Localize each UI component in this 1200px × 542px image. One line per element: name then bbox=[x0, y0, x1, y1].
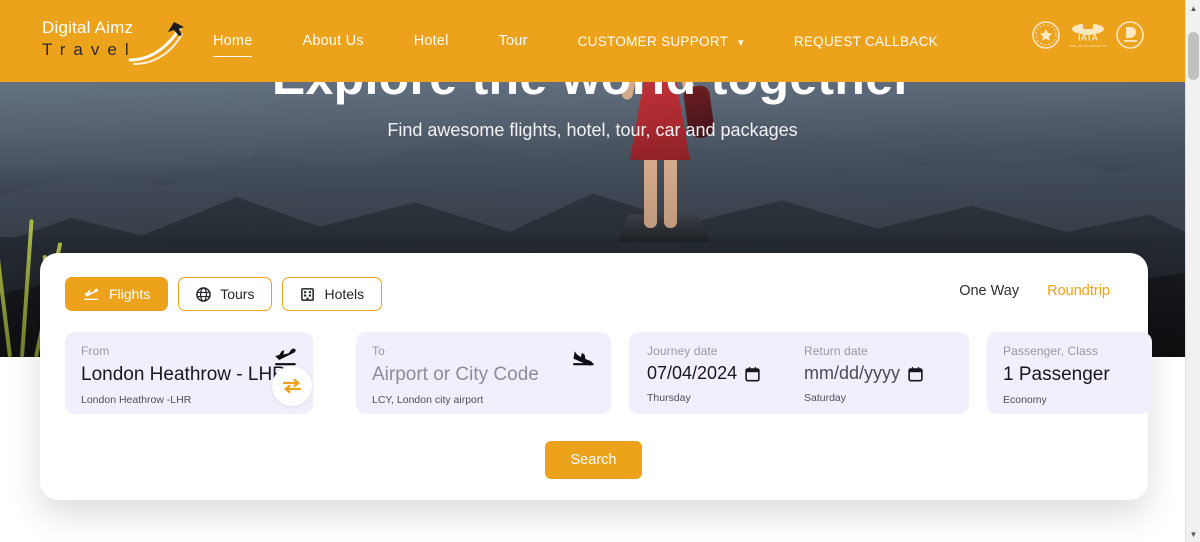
tab-tours[interactable]: Tours bbox=[178, 277, 273, 311]
calendar-icon[interactable] bbox=[908, 366, 923, 382]
return-date-value: mm/dd/yyyy bbox=[804, 363, 901, 383]
plane-takeoff-icon bbox=[275, 348, 296, 366]
tab-hotels[interactable]: Hotels bbox=[282, 277, 383, 311]
iata-badge: IATA INTERNATIONAL AIR TRANSPORT ASSOCIA… bbox=[1069, 23, 1107, 48]
journey-date-input[interactable]: 07/04/2024 bbox=[647, 363, 796, 384]
svg-text:INTERNATIONAL AIR TRANSPORT AS: INTERNATIONAL AIR TRANSPORT ASSOCIATION bbox=[1069, 44, 1107, 48]
page-root: Explore the world together Find awesome … bbox=[0, 0, 1200, 542]
tab-flights[interactable]: Flights bbox=[65, 277, 169, 311]
scroll-up-arrow-icon[interactable]: ▲ bbox=[1186, 0, 1200, 16]
tab-label: Tours bbox=[220, 286, 255, 302]
journey-date-label: Journey date bbox=[647, 344, 718, 358]
brand-name-line1: Digital Aimz bbox=[42, 18, 134, 37]
brand-name-line2: Travel bbox=[42, 40, 137, 59]
nav-label: Home bbox=[213, 33, 253, 49]
nav-item-request-callback[interactable]: REQUEST CALLBACK bbox=[794, 34, 938, 49]
nav-item-customer-support[interactable]: CUSTOMER SUPPORT ▾ bbox=[578, 34, 744, 49]
return-date-input[interactable]: mm/dd/yyyy bbox=[804, 363, 953, 384]
travel-association-badge bbox=[1116, 21, 1144, 49]
scroll-down-arrow-icon[interactable]: ▼ bbox=[1186, 526, 1200, 542]
brand-logo[interactable]: Digital Aimz Travel bbox=[38, 16, 188, 68]
nav-item-hotel[interactable]: Hotel bbox=[414, 33, 449, 49]
swap-arrows-icon bbox=[282, 378, 302, 394]
passenger-count[interactable]: 1 Passenger bbox=[1003, 364, 1136, 386]
tab-label: Hotels bbox=[324, 286, 365, 302]
plane-takeoff-icon bbox=[84, 288, 99, 300]
destination-input[interactable]: Airport or City Code bbox=[372, 364, 595, 386]
destination-field[interactable]: To Airport or City Code LCY, London city… bbox=[356, 332, 611, 414]
return-date-label: Return date bbox=[804, 344, 868, 358]
search-fields-row: From London Heathrow - LHR London Heathr… bbox=[65, 332, 1152, 414]
destination-hint: LCY, London city airport bbox=[372, 394, 484, 406]
nav-label: REQUEST CALLBACK bbox=[793, 33, 938, 49]
figure-leg-right bbox=[664, 156, 677, 228]
trip-type-one-way[interactable]: One Way bbox=[959, 283, 1019, 299]
nav-item-home[interactable]: Home bbox=[213, 33, 253, 57]
origin-label: From bbox=[81, 344, 110, 358]
journey-date-field[interactable]: Journey date 07/04/2024 Thursday bbox=[647, 344, 796, 414]
trip-type-roundtrip[interactable]: Roundtrip bbox=[1047, 283, 1110, 299]
search-button[interactable]: Search bbox=[545, 441, 642, 479]
building-icon bbox=[301, 287, 315, 301]
nav-label: Tour bbox=[498, 33, 528, 49]
calendar-icon[interactable] bbox=[745, 366, 760, 382]
return-date-field[interactable]: Return date mm/dd/yyyy Saturday bbox=[804, 344, 953, 414]
plane-landing-icon bbox=[573, 351, 594, 366]
passenger-label: Passenger, Class bbox=[1003, 344, 1098, 358]
journey-date-day: Thursday bbox=[647, 392, 691, 404]
swap-airports-button[interactable] bbox=[272, 366, 312, 406]
accreditation-badges: IATA INTERNATIONAL AIR TRANSPORT ASSOCIA… bbox=[1031, 20, 1145, 50]
origin-hint: London Heathrow -LHR bbox=[81, 394, 192, 406]
svg-text:IATA: IATA bbox=[1078, 33, 1098, 43]
trip-type-toggle: One Way Roundtrip bbox=[959, 283, 1110, 299]
nav-label: Hotel bbox=[413, 33, 449, 49]
nav-label: CUSTOMER SUPPORT bbox=[577, 33, 728, 49]
nav-item-about-us[interactable]: About Us bbox=[302, 33, 363, 49]
tab-label: Flights bbox=[109, 286, 151, 302]
return-date-day: Saturday bbox=[804, 392, 847, 404]
site-header: Digital Aimz Travel Home About Us Hotel … bbox=[0, 0, 1185, 82]
flight-search-card: Flights Tours Hotels One Way Roundtrip F… bbox=[40, 253, 1152, 500]
globe-icon bbox=[196, 286, 212, 302]
journey-date-value: 07/04/2024 bbox=[647, 363, 738, 383]
passenger-class-field[interactable]: Passenger, Class 1 Passenger Economy bbox=[987, 332, 1152, 414]
origin-input[interactable]: London Heathrow - LHR bbox=[81, 364, 297, 386]
nav-label: About Us bbox=[302, 33, 364, 49]
dates-field-group: Journey date 07/04/2024 Thursday Return … bbox=[629, 332, 969, 414]
hero-subheadline: Find awesome flights, hotel, tour, car a… bbox=[387, 120, 798, 140]
search-type-tabs: Flights Tours Hotels bbox=[65, 277, 383, 311]
nav-item-tour[interactable]: Tour bbox=[499, 33, 528, 49]
main-navigation: Home About Us Hotel Tour CUSTOMER SUPPOR… bbox=[213, 0, 988, 82]
accreditation-seal-badge bbox=[1032, 21, 1060, 49]
page-scrollbar[interactable]: ▲ ▼ bbox=[1185, 0, 1200, 542]
chevron-down-icon: ▾ bbox=[738, 36, 744, 49]
cabin-class: Economy bbox=[1003, 394, 1047, 406]
airplane-swoosh-icon bbox=[128, 22, 184, 65]
figure-leg-left bbox=[644, 156, 657, 228]
scrollbar-thumb[interactable] bbox=[1188, 32, 1199, 80]
destination-label: To bbox=[372, 344, 385, 358]
